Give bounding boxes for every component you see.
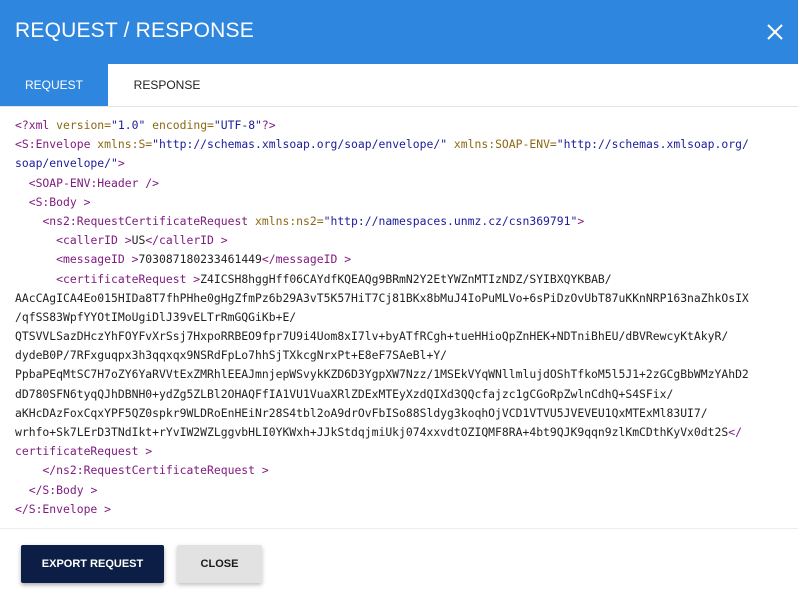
tab-bar: REQUEST RESPONSE [0, 64, 798, 107]
certificate-data-line: aKHcDAzFoxCqxYPF5QZ0spkr9WLDRoEnHEiNr28S… [15, 405, 708, 420]
certificate-data-line: /qfSS83WpfYYOtIMoUgiDlJ39vELTrRmGQGiKb+E… [15, 309, 297, 324]
certificate-data-line: QTSVVLSazDHczYhFOYFvXrSsj7HxpoRRBEO9fpr7… [15, 329, 729, 344]
xml-token: xmlns:S= [97, 137, 153, 152]
xml-token: <SOAP-ENV:Header /> [28, 175, 160, 190]
certificate-data: Z4ICSH8hggHff06CAYdfKQEAQg9BRmN2Y2EtYWZn… [200, 271, 612, 286]
envelope-open-line: <S:Envelope xmlns:S="http://schemas.xmls… [15, 135, 790, 154]
xml-token: <certificateRequest > [56, 271, 201, 286]
xml-token: "http://schemas.xmlsoap.org/ [556, 137, 749, 152]
message-id-line: <messageID >703087180233461449</messageI… [15, 250, 790, 269]
message-id-value: 703087180233461449 [138, 252, 262, 267]
xml-token: "http://namespaces.unmz.cz/csn369791" [323, 213, 578, 228]
xml-token: "UTF-8" [213, 118, 262, 132]
certificate-request-close-line: certificateRequest > [15, 442, 790, 461]
close-icon[interactable] [764, 21, 786, 43]
xml-token: soap/envelope/" [15, 156, 118, 171]
xml-token: </ns2:RequestCertificateRequest > [42, 463, 269, 478]
xml-token: xmlns:ns2= [255, 213, 324, 228]
xml-token: <ns2:RequestCertificateRequest [42, 213, 256, 228]
xml-token: </S:Body > [28, 482, 98, 497]
xml-token: > [577, 213, 585, 228]
xml-token: </ [728, 425, 742, 439]
xml-token: "1.0" [111, 118, 146, 132]
xml-content: <?xml version="1.0" encoding="UTF-8"?> <… [15, 116, 790, 519]
xml-token: </messageID > [261, 252, 352, 267]
body-open-line: <S:Body > [15, 193, 790, 212]
dialog-title: REQUEST / RESPONSE [15, 19, 254, 42]
tab-request[interactable]: REQUEST [0, 64, 108, 106]
certificate-data-line: PpbaPEqMtSC7H7oZY6YaRVVtExZMRhlEEAJmnjep… [15, 367, 749, 382]
certificate-data-line: AAcCAgICA4Eo015HIDa8T7fhPHhe0gHgZfmPz6b2… [15, 290, 749, 305]
xml-declaration-line: <?xml version="1.0" encoding="UTF-8"?> [15, 116, 790, 135]
header-line: <SOAP-ENV:Header /> [15, 174, 790, 193]
ns2-open-line: <ns2:RequestCertificateRequest xmlns:ns2… [15, 212, 790, 231]
xml-token: <S:Body > [28, 194, 91, 209]
caller-id-line: <callerID >US</callerID > [15, 231, 790, 250]
xml-token: > [117, 156, 125, 171]
xml-token: encoding= [145, 118, 214, 132]
certificate-data-line: dD780SFN6tyqQJhDBNH0+ydZg5ZLBl2OHAQFfIA1… [15, 386, 674, 401]
xml-token: </S:Envelope > [15, 501, 112, 516]
xml-token: ?> [261, 118, 276, 132]
tab-response[interactable]: RESPONSE [108, 64, 226, 106]
export-request-button[interactable]: EXPORT REQUEST [21, 545, 164, 583]
caller-id-value: US [131, 233, 146, 248]
xml-token: <messageID > [56, 252, 139, 267]
certificate-data: wrhfo+Sk7LErD3TNdIkt+rYvIW2WZLggvbHLI0YK… [15, 425, 729, 439]
certificate-request-line: <certificateRequest >Z4ICSH8hggHff06CAYd… [15, 270, 790, 289]
ns2-close-line: </ns2:RequestCertificateRequest > [15, 461, 790, 480]
xml-token: </callerID > [145, 233, 228, 248]
body-close-line: </S:Body > [15, 481, 790, 500]
xml-token: <S:Envelope [15, 137, 98, 152]
certificate-data-last-line: wrhfo+Sk7LErD3TNdIkt+rYvIW2WZLggvbHLI0YK… [15, 423, 790, 442]
xml-token: "http://schemas.xmlsoap.org/soap/envelop… [152, 137, 448, 152]
envelope-close-line: </S:Envelope > [15, 500, 790, 519]
request-response-dialog: REQUEST / RESPONSE REQUEST RESPONSE <?xm… [0, 0, 798, 598]
dialog-footer: EXPORT REQUEST CLOSE [0, 528, 798, 598]
xml-token: version= [56, 118, 112, 132]
envelope-open-line-cont: soap/envelope/"> [15, 154, 790, 173]
close-button[interactable]: CLOSE [177, 545, 262, 583]
xml-token: certificateRequest > [15, 444, 153, 459]
certificate-data-line: dydeB0P/7RFxguqpx3h3qqxqx9NSRdFpLo7hhSjT… [15, 348, 448, 363]
xml-token: xmlns:SOAP-ENV= [447, 137, 557, 152]
xml-token: <?xml [15, 118, 57, 132]
dialog-header: REQUEST / RESPONSE [0, 0, 798, 64]
xml-token: <callerID > [56, 233, 132, 248]
